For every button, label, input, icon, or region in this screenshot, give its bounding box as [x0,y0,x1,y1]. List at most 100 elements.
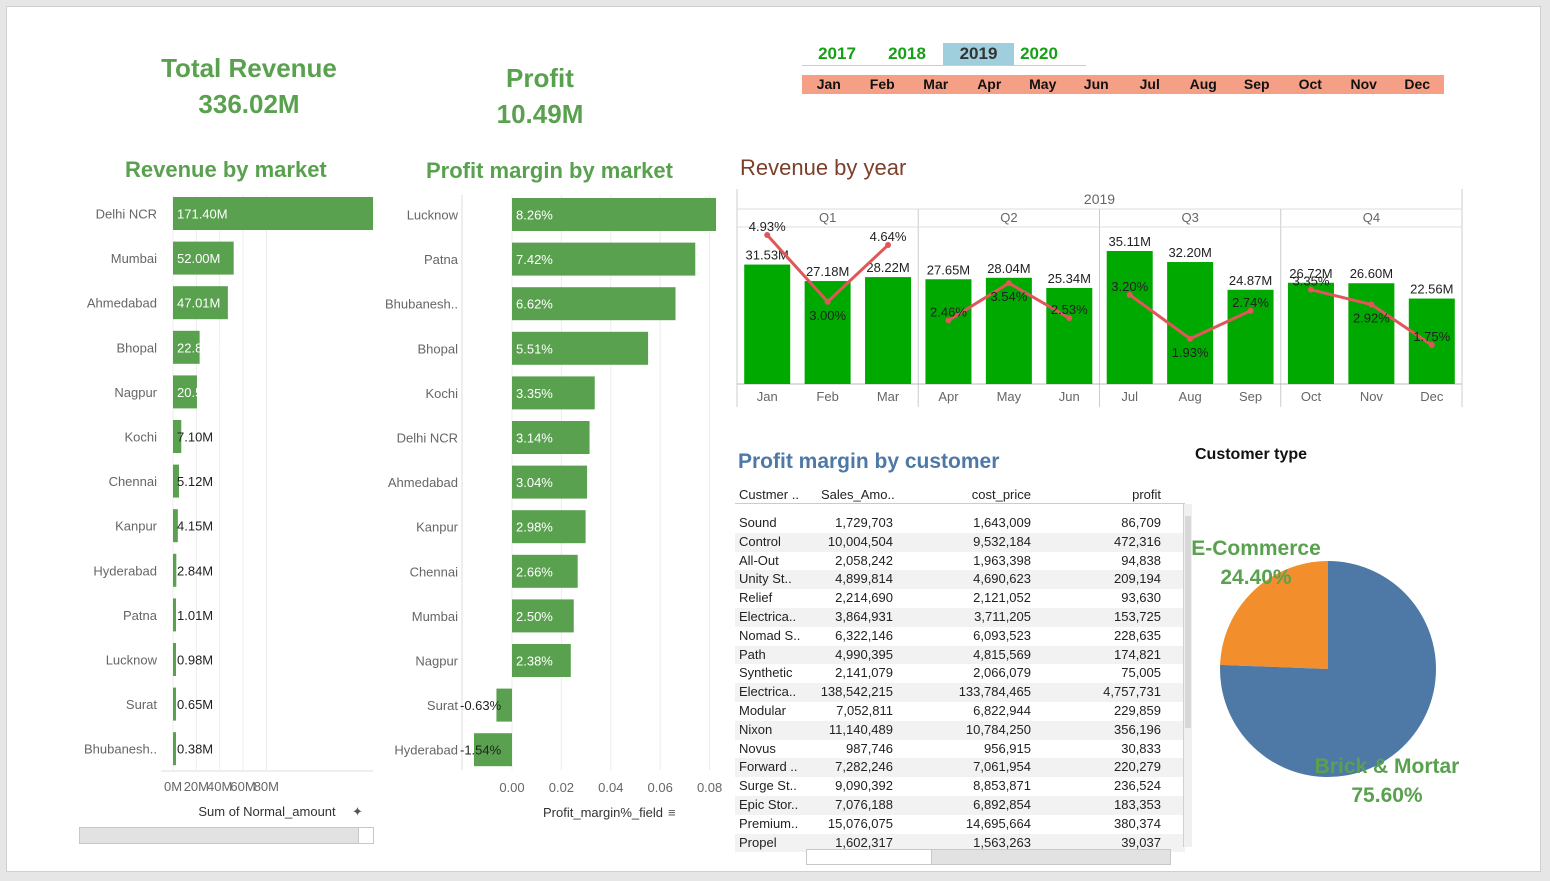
market-chart-scrollbar[interactable] [79,827,374,844]
x-axis-title: Sum of Normal_amount [198,804,336,819]
year-2019-button[interactable]: 2019 [943,43,1014,65]
margin-label: 1.93% [1172,345,1209,360]
cell-customer: Electrica.. [739,684,797,700]
table-row[interactable]: Sound 1,729,703 1,643,009 86,709 [735,514,1185,533]
cell-profit: 228,635 [1114,627,1161,643]
table-row[interactable]: Path 4,990,395 4,815,569 174,821 [735,645,1185,665]
table-vertical-scroll-thumb[interactable] [1185,516,1191,728]
col-header-profit[interactable]: profit [1031,487,1161,503]
market-chart-scroll-thumb[interactable] [358,828,373,843]
cell-cost: 1,963,398 [973,552,1031,568]
cell-sales: 2,058,242 [835,552,893,568]
month-may-button[interactable]: May [1016,75,1070,94]
market-label: Patna [123,608,158,623]
month-revenue-bar [1227,289,1274,384]
revenue-by-year-title: Revenue by year [740,155,907,180]
revenue-by-market-title: Revenue by market [125,157,327,182]
bar-value-label: 2.66% [516,564,553,579]
profit-title: Profit [506,63,574,93]
table-horizontal-scroll-thumb[interactable] [807,850,932,864]
table-row[interactable]: Forward .. 7,282,246 7,061,954 220,279 [735,758,1185,778]
table-row[interactable]: Control 10,004,504 9,532,184 472,316 [735,532,1185,552]
bar-value-label: 5.12M [177,474,213,489]
cell-profit: 472,316 [1114,533,1161,549]
revenue-label: 22.56M [1410,282,1453,297]
cell-sales: 7,076,188 [835,796,893,812]
table-row[interactable]: All-Out 2,058,242 1,963,398 94,838 [735,552,1185,571]
table-row[interactable]: Surge St.. 9,090,392 8,853,871 236,524 [735,777,1185,796]
bar-value-label: 2.98% [516,520,553,535]
table-row[interactable]: Relief 2,214,690 2,121,052 93,630 [735,589,1185,608]
x-tick-label: 0.02 [549,780,574,795]
col-header-customer[interactable]: Custmer .. [735,487,817,503]
customer-profit-table: Custmer .. Sales_Amo.. cost_price profit… [735,487,1185,853]
bar-value-label: 3.35% [516,386,553,401]
month-aug-button[interactable]: Aug [1177,75,1231,94]
bar-value-label: 2.38% [516,654,553,669]
cell-customer: Control [739,533,781,549]
market-label: Ahmedabad [87,296,157,311]
x-tick-label: 20M [184,779,209,794]
table-row[interactable]: Electrica.. 3,864,931 3,711,205 153,725 [735,607,1185,627]
cell-customer: Premium.. [739,815,799,831]
margin-label: 1.75% [1413,329,1450,344]
col-header-sales[interactable]: Sales_Amo.. [817,487,895,503]
table-row[interactable]: Unity St.. 4,899,814 4,690,623 209,194 [735,570,1185,590]
month-jun-button[interactable]: Jun [1070,75,1124,94]
total-revenue-title: Total Revenue [161,53,337,83]
month-dec-button[interactable]: Dec [1391,75,1445,94]
month-apr-button[interactable]: Apr [963,75,1017,94]
year-2018-button[interactable]: 2018 [872,43,942,65]
cell-sales: 3,864,931 [835,608,893,624]
cell-profit: 236,524 [1114,778,1161,794]
market-revenue-bar [173,420,182,453]
bar-value-label: 171.40M [177,207,228,222]
month-jan-button[interactable]: Jan [802,75,856,94]
pie-slice-brick-mortar [1220,561,1436,777]
cell-cost: 956,915 [984,740,1031,756]
month-revenue-bar [985,277,1032,384]
bar-value-label: 3.04% [516,475,553,490]
month-tick-label: Mar [877,389,900,404]
cell-profit: 183,353 [1114,796,1161,812]
bar-value-label: 7.42% [516,252,553,267]
table-row[interactable]: Novus 987,746 956,915 30,833 [735,740,1185,759]
market-label: Kanpur [416,520,459,535]
month-jul-button[interactable]: Jul [1123,75,1177,94]
margin-line [1128,293,1252,341]
margin-label: 2.92% [1353,311,1390,326]
month-oct-button[interactable]: Oct [1284,75,1338,94]
month-sep-button[interactable]: Sep [1230,75,1284,94]
month-filter: Jan Feb Mar Apr May Jun Jul Aug Sep Oct … [802,75,1444,94]
cell-cost: 6,822,944 [973,702,1031,718]
year-2020-button[interactable]: 2020 [1014,43,1064,65]
table-row[interactable]: Epic Stor.. 7,076,188 6,892,854 183,353 [735,795,1185,815]
market-margin-bar [512,599,574,633]
table-row[interactable]: Modular 7,052,811 6,822,944 229,859 [735,702,1185,721]
year-2017-button[interactable]: 2017 [802,43,872,65]
x-tick-label: 80M [254,779,279,794]
cell-profit: 356,196 [1114,721,1161,737]
market-label: Mumbai [111,251,157,266]
margin-point [764,232,771,238]
revenue-label: 26.60M [1350,266,1393,281]
table-row[interactable]: Electrica.. 138,542,215 133,784,465 4,757,7… [735,683,1185,702]
pie-value-ecommerce: 24.40% [1220,566,1292,589]
table-row[interactable]: Nomad S.. 6,322,146 6,093,523 228,635 [735,627,1185,646]
cell-sales: 4,990,395 [835,646,893,662]
month-mar-button[interactable]: Mar [909,75,963,94]
month-feb-button[interactable]: Feb [856,75,910,94]
table-row[interactable]: Synthetic 2,141,079 2,066,079 75,005 [735,664,1185,683]
table-row[interactable]: Nixon 11,140,489 10,784,250 356,196 [735,720,1185,740]
month-nov-button[interactable]: Nov [1337,75,1391,94]
month-tick-label: Jan [757,389,778,404]
col-header-cost[interactable]: cost_price [893,487,1031,503]
margin-line [1310,288,1433,347]
table-vertical-scrollbar[interactable] [1183,504,1192,847]
cell-profit: 93,630 [1121,590,1161,606]
cell-cost: 8,853,871 [973,778,1031,794]
table-row[interactable]: Premium.. 15,076,075 14,695,664 380,374 [735,815,1185,834]
cell-sales: 11,140,489 [828,721,893,737]
table-horizontal-scrollbar[interactable] [806,849,1171,865]
month-tick-label: Feb [816,389,838,404]
